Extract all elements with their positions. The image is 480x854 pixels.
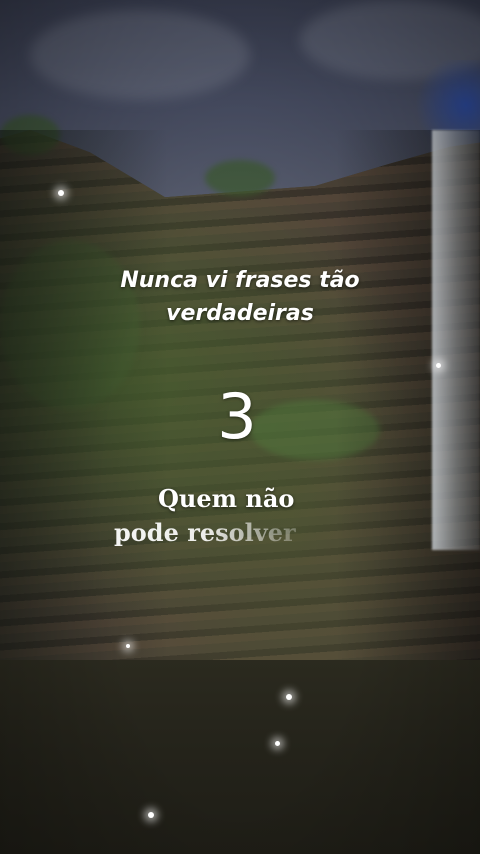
firefly-light: [275, 741, 280, 746]
video-frame: Nunca vi frases tão verdadeiras 3 Quem n…: [0, 0, 480, 854]
caption-line-1: Nunca vi frases tão: [120, 268, 360, 293]
firefly-light: [436, 363, 441, 368]
quote-line-1: Quem não: [158, 484, 295, 513]
quote-line-2: pode resolver: [114, 518, 374, 548]
countdown-number: 3: [217, 380, 257, 453]
firefly-light: [58, 190, 64, 196]
firefly-light: [286, 694, 292, 700]
firefly-light: [148, 812, 154, 818]
firefly-light: [126, 644, 130, 648]
caption-line-2: verdadeiras: [166, 301, 314, 326]
caption-text: Nunca vi frases tão verdadeiras: [0, 264, 480, 330]
